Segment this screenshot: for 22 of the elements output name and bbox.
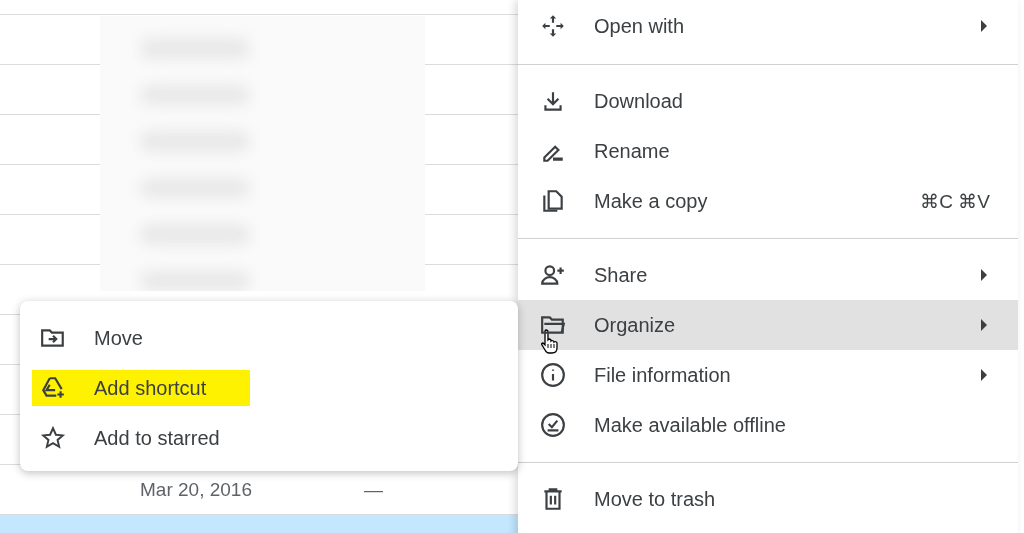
modified-date: Mar 20, 2016 <box>140 478 253 501</box>
arrows-icon <box>540 13 566 39</box>
menu-item[interactable]: Add to starred <box>20 413 518 463</box>
info-icon <box>540 362 566 388</box>
check-circle-icon <box>540 412 566 438</box>
shortcut-icon <box>40 375 66 401</box>
menu-item[interactable]: Make a copy ⌘C ⌘V <box>518 176 1018 226</box>
add-person-icon <box>540 262 566 288</box>
menu-item[interactable]: Organize <box>518 300 1018 350</box>
star-icon <box>40 425 66 451</box>
file-size: — <box>364 478 383 501</box>
menu-item[interactable]: Share <box>518 250 1018 300</box>
menu-item[interactable]: Make available offline <box>518 400 1018 450</box>
menu-item[interactable]: File information <box>518 350 1018 400</box>
copy-icon <box>540 188 566 214</box>
menu-item[interactable]: Download <box>518 76 1018 126</box>
menu-item[interactable]: Open with <box>518 0 1018 52</box>
menu-item[interactable]: Move to trash <box>518 474 1018 524</box>
menu-item[interactable]: Move <box>20 313 518 363</box>
menu-item[interactable]: Rename <box>518 126 1018 176</box>
menu-item[interactable]: Add shortcut <box>20 363 518 413</box>
hand-cursor-icon <box>540 328 560 354</box>
